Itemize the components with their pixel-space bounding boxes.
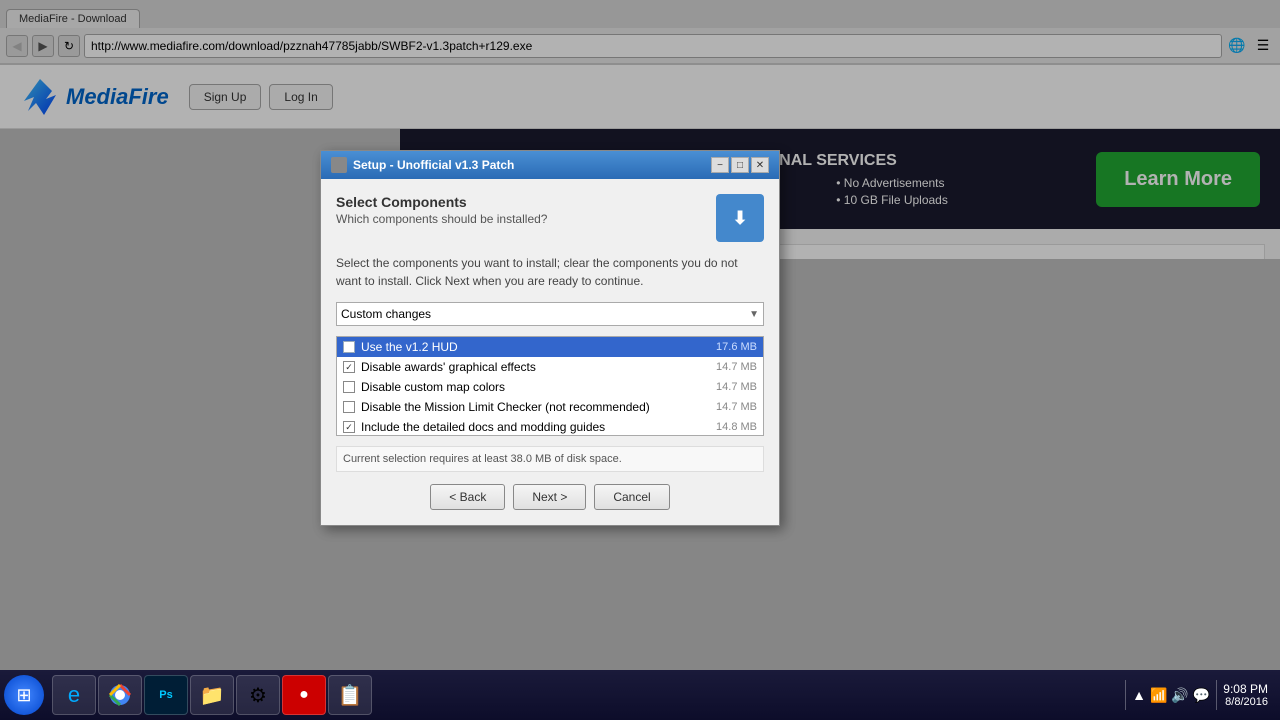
start-button[interactable]: ⊞ bbox=[4, 675, 44, 715]
installer-icon: ⬇ bbox=[716, 194, 764, 242]
component-item[interactable]: Use the v1.2 HUD17.6 MB bbox=[337, 337, 763, 357]
dialog-buttons: < Back Next > Cancel bbox=[336, 484, 764, 510]
dialog-titlebar: Setup - Unofficial v1.3 Patch − □ ✕ bbox=[321, 151, 779, 179]
components-dropdown[interactable]: Custom changes ▼ bbox=[336, 302, 764, 326]
component-checkbox bbox=[343, 401, 355, 413]
component-size: 14.8 MB bbox=[716, 421, 757, 433]
component-checkbox bbox=[343, 341, 355, 353]
component-item[interactable]: Disable awards' graphical effects14.7 MB bbox=[337, 357, 763, 377]
component-size: 14.7 MB bbox=[716, 381, 757, 393]
taskbar-app-settings[interactable]: ⚙ bbox=[236, 675, 280, 715]
dropdown-value: Custom changes bbox=[341, 307, 431, 321]
component-size: 14.7 MB bbox=[716, 361, 757, 373]
dialog-body: Select Components Which components shoul… bbox=[321, 179, 779, 525]
taskbar-app-extra[interactable]: 📋 bbox=[328, 675, 372, 715]
dialog-description: Select the components you want to instal… bbox=[336, 254, 764, 290]
dialog-header-text: Select Components Which components shoul… bbox=[336, 194, 547, 226]
taskbar-system-icons: ▲ 📶 🔊 💬 bbox=[1132, 687, 1210, 704]
taskbar-date-display: 8/8/2016 bbox=[1223, 696, 1268, 708]
taskbar-time-display: 9:08 PM bbox=[1223, 682, 1268, 696]
dialog-title-label: Setup - Unofficial v1.3 Patch bbox=[353, 158, 514, 172]
taskbar-chevron-icon[interactable]: ▲ bbox=[1132, 687, 1146, 703]
dialog-header: Select Components Which components shoul… bbox=[336, 194, 764, 242]
cancel-button[interactable]: Cancel bbox=[594, 484, 669, 510]
dialog-subheading: Which components should be installed? bbox=[336, 212, 547, 226]
component-size: 14.7 MB bbox=[716, 401, 757, 413]
windows-icon: ⊞ bbox=[16, 685, 31, 706]
taskbar-apps: e Ps 📁 ⚙ ● 📋 bbox=[52, 675, 372, 715]
component-checkbox bbox=[343, 361, 355, 373]
setup-icon bbox=[331, 157, 347, 173]
component-item[interactable]: Include the detailed docs and modding gu… bbox=[337, 417, 763, 436]
component-label: Disable the Mission Limit Checker (not r… bbox=[361, 400, 716, 414]
dialog-title: Setup - Unofficial v1.3 Patch bbox=[331, 157, 514, 173]
installer-svg: ⬇ bbox=[724, 202, 756, 234]
component-size: 17.6 MB bbox=[716, 341, 757, 353]
component-label: Disable custom map colors bbox=[361, 380, 716, 394]
taskbar-app-media[interactable]: ● bbox=[282, 675, 326, 715]
component-checkbox bbox=[343, 381, 355, 393]
taskbar-volume-icon[interactable]: 🔊 bbox=[1171, 687, 1188, 704]
disk-space-info: Current selection requires at least 38.0… bbox=[336, 446, 764, 472]
taskbar-app-explorer[interactable]: 📁 bbox=[190, 675, 234, 715]
dropdown-arrow-icon: ▼ bbox=[749, 309, 759, 320]
svg-text:⬇: ⬇ bbox=[732, 208, 747, 228]
taskbar-right: ▲ 📶 🔊 💬 9:08 PM 8/8/2016 bbox=[1125, 680, 1276, 710]
taskbar: ⊞ e Ps 📁 ⚙ ● 📋 ▲ 📶 🔊 💬 9:08 PM 8/8/2016 bbox=[0, 670, 1280, 720]
components-list: Use the v1.2 HUD17.6 MBDisable awards' g… bbox=[336, 336, 764, 436]
close-button[interactable]: ✕ bbox=[751, 157, 769, 173]
taskbar-divider bbox=[1125, 680, 1126, 710]
taskbar-divider-2 bbox=[1216, 680, 1217, 710]
component-item[interactable]: Disable the Mission Limit Checker (not r… bbox=[337, 397, 763, 417]
minimize-button[interactable]: − bbox=[711, 157, 729, 173]
taskbar-network-icon[interactable]: 📶 bbox=[1150, 687, 1167, 704]
component-label: Use the v1.2 HUD bbox=[361, 340, 716, 354]
maximize-button[interactable]: □ bbox=[731, 157, 749, 173]
component-label: Include the detailed docs and modding gu… bbox=[361, 420, 716, 434]
component-checkbox bbox=[343, 421, 355, 433]
back-button[interactable]: < Back bbox=[430, 484, 505, 510]
component-label: Disable awards' graphical effects bbox=[361, 360, 716, 374]
taskbar-notification-icon[interactable]: 💬 bbox=[1193, 687, 1210, 704]
setup-dialog: Setup - Unofficial v1.3 Patch − □ ✕ Sele… bbox=[320, 150, 780, 526]
component-item[interactable]: Disable custom map colors14.7 MB bbox=[337, 377, 763, 397]
next-button[interactable]: Next > bbox=[513, 484, 586, 510]
taskbar-app-photoshop[interactable]: Ps bbox=[144, 675, 188, 715]
dialog-heading: Select Components bbox=[336, 194, 547, 210]
taskbar-clock[interactable]: 9:08 PM 8/8/2016 bbox=[1223, 682, 1268, 708]
taskbar-app-chrome[interactable] bbox=[98, 675, 142, 715]
taskbar-app-ie[interactable]: e bbox=[52, 675, 96, 715]
dialog-overlay: Setup - Unofficial v1.3 Patch − □ ✕ Sele… bbox=[0, 0, 1280, 720]
dropdown-row: Custom changes ▼ bbox=[336, 302, 764, 326]
dialog-controls: − □ ✕ bbox=[711, 157, 769, 173]
